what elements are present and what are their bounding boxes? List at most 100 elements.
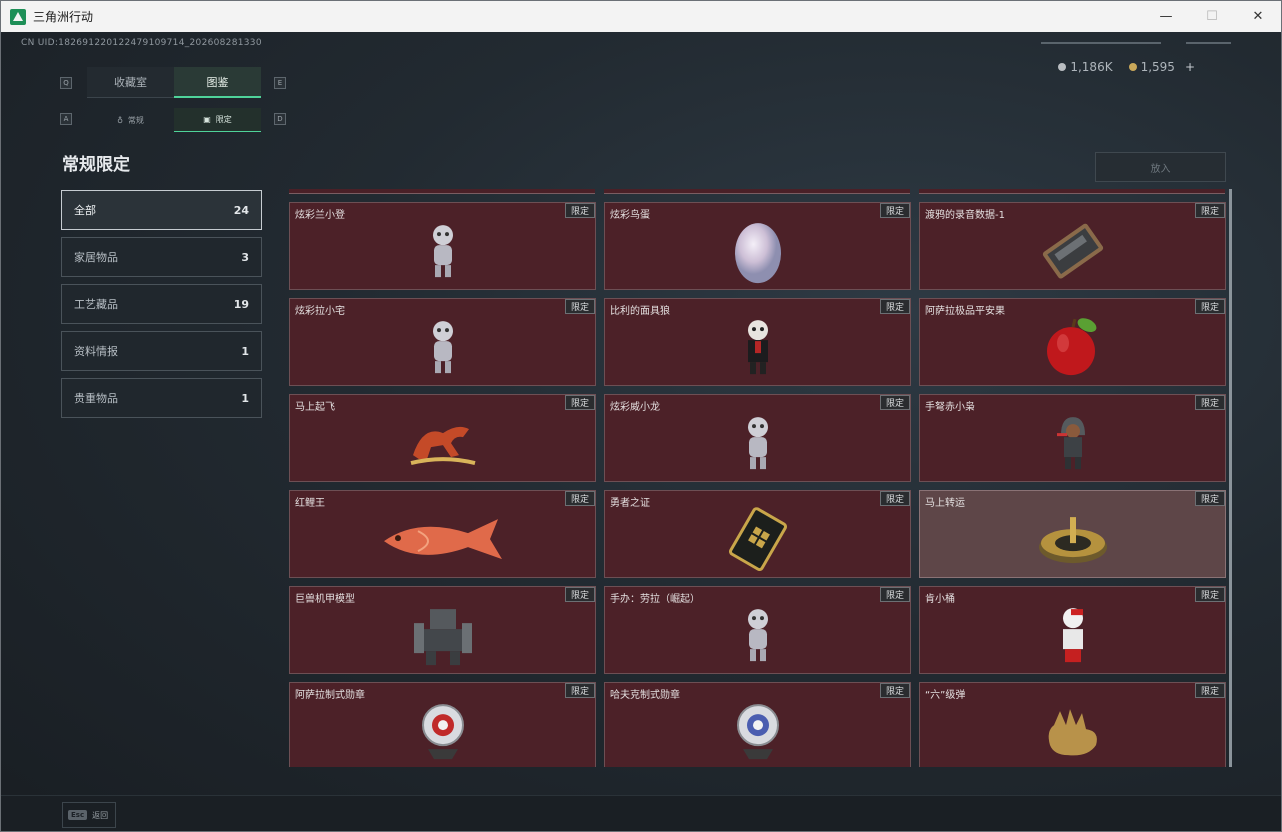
subtab-regular-label: 常规 <box>127 115 144 125</box>
window-controls: — ☐ ✕ <box>1143 1 1281 32</box>
item-card[interactable]: 哈夫克制式勋章 限定 <box>604 682 911 767</box>
item-card[interactable]: 巨兽机甲模型 限定 <box>289 586 596 674</box>
item-name: 阿萨拉制式勋章 <box>295 690 365 701</box>
silver-coin-icon <box>1058 63 1067 71</box>
item-card[interactable]: 肯小桶 限定 <box>919 586 1226 674</box>
limited-tag: 限定 <box>1194 491 1225 506</box>
key-hint-e: E <box>274 77 286 89</box>
title-bar: 三角洲行动 — ☐ ✕ <box>1 1 1281 32</box>
scroll-thumb[interactable] <box>1229 189 1232 767</box>
limited-tag: 限定 <box>879 203 910 218</box>
silver-currency: 1,186K <box>1058 60 1113 74</box>
item-card[interactable]: 渡鸦的录音数据-1 限定 <box>919 202 1226 290</box>
item-card[interactable]: 马上转运 限定 <box>919 490 1226 578</box>
page-title: 常规限定 <box>62 155 130 175</box>
key-hint-d: D <box>274 113 286 125</box>
item-name: 炫彩威小龙 <box>610 402 660 413</box>
bottom-bar: Esc 返回 <box>1 795 1281 831</box>
limited-tag: 限定 <box>879 587 910 602</box>
figurine-icon <box>368 219 518 283</box>
game-screen: CN UID:182691220122479109714_20260828133… <box>1 32 1281 831</box>
maximize-button[interactable]: ☐ <box>1189 1 1235 32</box>
gold-amount: 1,595 <box>1140 60 1175 74</box>
item-card[interactable]: 手办：劳拉（崛起） 限定 <box>604 586 911 674</box>
mech-icon <box>368 603 518 667</box>
figurine-icon <box>683 603 833 667</box>
limited-tag: 限定 <box>1194 299 1225 314</box>
cassette-icon <box>998 219 1148 283</box>
item-name: 马上转运 <box>925 498 965 509</box>
category-label: 工艺藏品 <box>74 298 118 311</box>
item-card[interactable]: 手弩赤小枭 限定 <box>919 394 1226 482</box>
hand-icon <box>998 699 1148 763</box>
compass-icon <box>998 507 1148 571</box>
fish-icon <box>368 507 518 571</box>
item-name: 哈夫克制式勋章 <box>610 690 680 701</box>
bucket-figure-icon <box>998 603 1148 667</box>
limited-tag: 限定 <box>879 491 910 506</box>
tab-catalog[interactable]: 图鉴 <box>174 67 261 98</box>
horse-icon <box>368 411 518 475</box>
item-name: 阿萨拉极品平安果 <box>925 306 1005 317</box>
item-grid: 炫彩兰小登 限定 炫彩鸟蛋 限定 渡鸦的录音数据-1 限定 炫彩拉小宅 限定 比利的面具狼 限定阿… <box>289 202 1226 767</box>
item-card[interactable]: 阿萨拉极品平安果 限定 <box>919 298 1226 386</box>
category-label: 贵重物品 <box>74 392 118 405</box>
limited-tag: 限定 <box>564 587 595 602</box>
item-name: 炫彩兰小登 <box>295 210 345 221</box>
add-currency-button[interactable]: + <box>1185 60 1195 74</box>
item-card[interactable]: 炫彩兰小登 限定 <box>289 202 596 290</box>
item-name: 巨兽机甲模型 <box>295 594 355 605</box>
figurine-icon <box>368 315 518 379</box>
category-label: 全部 <box>74 204 96 217</box>
item-card[interactable]: 炫彩威小龙 限定 <box>604 394 911 482</box>
item-card[interactable]: 勇者之证 限定 <box>604 490 911 578</box>
minimize-button[interactable]: — <box>1143 1 1189 32</box>
subtab-regular[interactable]: ♁ 常规 <box>87 108 174 132</box>
limited-tag: 限定 <box>564 491 595 506</box>
item-name: 炫彩鸟蛋 <box>610 210 650 221</box>
esc-key-hint: Esc <box>68 810 88 820</box>
limited-tag: 限定 <box>564 203 595 218</box>
limited-tag: 限定 <box>564 299 595 314</box>
item-card[interactable]: “六”级弹 限定 <box>919 682 1226 767</box>
back-button[interactable]: Esc 返回 <box>62 802 116 828</box>
limited-tag: 限定 <box>879 299 910 314</box>
limited-tag: 限定 <box>564 395 595 410</box>
item-card[interactable]: 比利的面具狼 限定 <box>604 298 911 386</box>
medal-icon <box>683 699 833 763</box>
item-grid-viewport: 炫彩兰小登 限定 炫彩鸟蛋 限定 渡鸦的录音数据-1 限定 炫彩拉小宅 限定 比利的面具狼 限定阿… <box>289 189 1233 767</box>
app-logo-icon <box>10 8 26 25</box>
item-card[interactable]: 炫彩拉小宅 限定 <box>289 298 596 386</box>
tab-collection-room[interactable]: 收藏室 <box>87 67 174 98</box>
item-card[interactable]: 炫彩鸟蛋 限定 <box>604 202 911 290</box>
item-name: 马上起飞 <box>295 402 335 413</box>
item-name: 比利的面具狼 <box>610 306 670 317</box>
category-all[interactable]: 全部 24 <box>61 190 262 230</box>
limited-tag: 限定 <box>879 683 910 698</box>
limited-tag: 限定 <box>564 683 595 698</box>
limited-tag: 限定 <box>1194 203 1225 218</box>
category-crafts[interactable]: 工艺藏品 19 <box>61 284 262 324</box>
item-name: “六”级弹 <box>925 690 966 701</box>
item-name: 勇者之证 <box>610 498 650 509</box>
item-card[interactable]: 马上起飞 限定 <box>289 394 596 482</box>
image-icon: ▣ <box>203 115 211 124</box>
item-card[interactable]: 阿萨拉制式勋章 限定 <box>289 682 596 767</box>
category-count: 19 <box>233 297 249 311</box>
put-in-button[interactable]: 放入 <box>1095 152 1226 182</box>
category-household[interactable]: 家居物品 3 <box>61 237 262 277</box>
top-decoration <box>1041 40 1231 46</box>
category-count: 1 <box>241 391 249 405</box>
egg-icon <box>683 219 833 284</box>
category-intel[interactable]: 资料情报 1 <box>61 331 262 371</box>
partial-previous-row <box>289 189 1233 194</box>
item-card[interactable]: 红鲤王 限定 <box>289 490 596 578</box>
card-icon <box>683 507 833 572</box>
limited-tag: 限定 <box>1194 395 1225 410</box>
subtab-limited[interactable]: ▣ 限定 <box>174 108 261 132</box>
grid-scrollbar[interactable] <box>1229 189 1232 767</box>
close-button[interactable]: ✕ <box>1235 1 1281 32</box>
category-valuables[interactable]: 贵重物品 1 <box>61 378 262 418</box>
app-window: 三角洲行动 — ☐ ✕ CN UID:182691220122479109714… <box>0 0 1282 832</box>
item-name: 红鲤王 <box>295 498 325 509</box>
